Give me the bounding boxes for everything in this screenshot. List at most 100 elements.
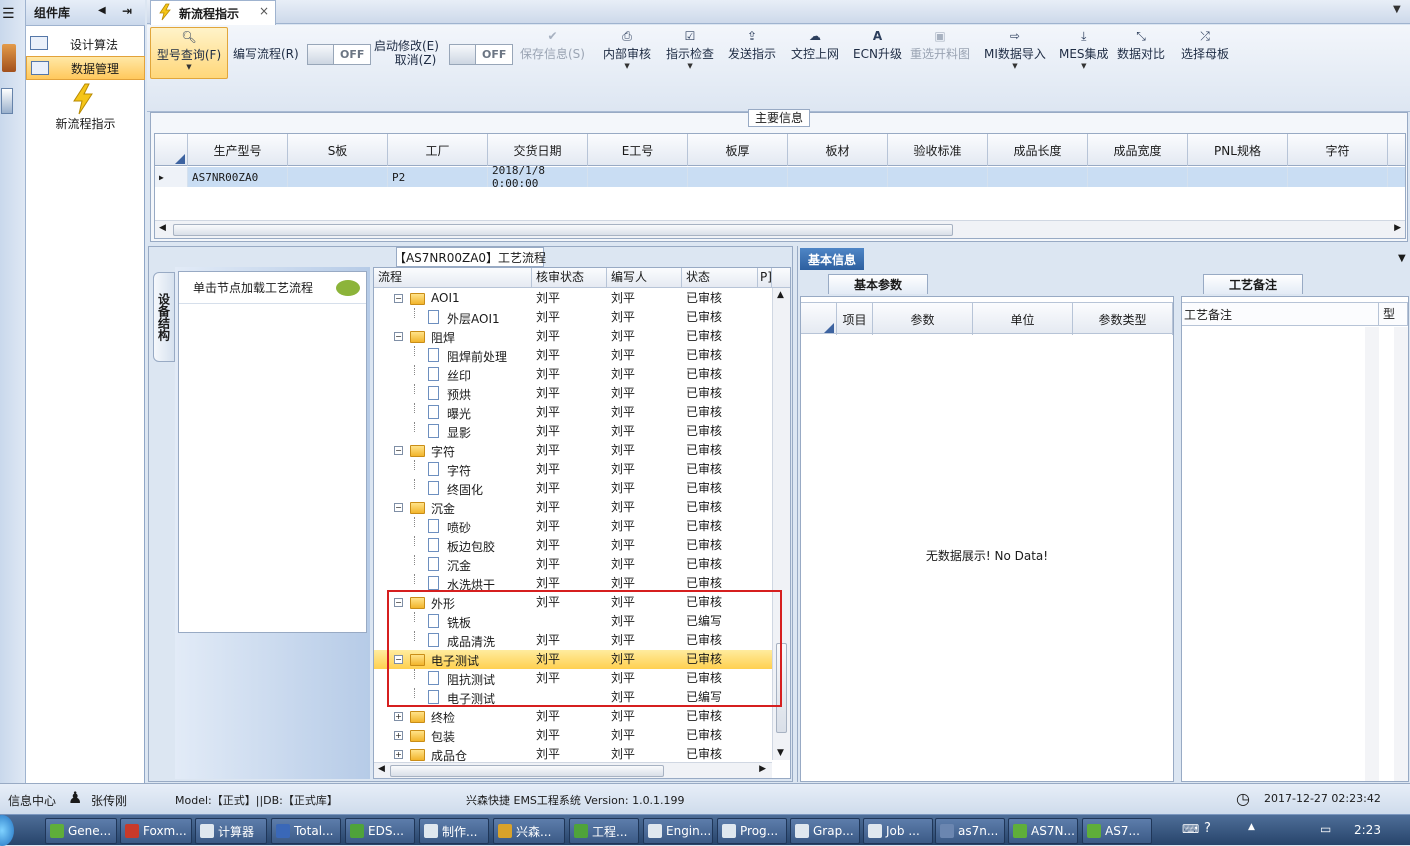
start-modify-toggle[interactable]: OFF bbox=[449, 44, 513, 65]
column-header[interactable]: 核审状态 bbox=[532, 268, 607, 288]
column-header[interactable]: 交货日期 bbox=[488, 134, 588, 166]
reselect-cutting-map-button[interactable]: ▣ 重选开料图 bbox=[910, 27, 970, 83]
taskbar-task[interactable]: 兴森... bbox=[493, 818, 565, 844]
column-header[interactable]: E工号 bbox=[588, 134, 688, 166]
scroll-left-icon[interactable]: ◀ bbox=[378, 764, 385, 774]
column-header[interactable]: 单位 bbox=[973, 303, 1073, 335]
tree-row[interactable]: 外层AOI1 刘平 刘平 已审核 bbox=[374, 308, 772, 327]
taskbar-task[interactable]: as7n... bbox=[935, 818, 1005, 844]
column-header[interactable]: 参数类型 bbox=[1073, 303, 1173, 335]
device-hint[interactable]: 单击节点加载工艺流程 bbox=[179, 272, 366, 304]
column-header[interactable]: 生产型号 bbox=[188, 134, 288, 166]
taskbar-task[interactable]: Total... bbox=[271, 818, 341, 844]
basic-info-title[interactable]: 基本信息 bbox=[800, 248, 864, 270]
menu-icon[interactable]: ☰ bbox=[2, 6, 15, 22]
tree-row[interactable]: 预烘 刘平 刘平 已审核 bbox=[374, 384, 772, 403]
instruction-check-button[interactable]: ☑ 指示检查 ▼ bbox=[666, 27, 714, 83]
sidebar-item-data-management[interactable]: 数据管理 bbox=[26, 56, 145, 80]
chevron-down-icon[interactable]: ▼ bbox=[1398, 253, 1406, 264]
mi-data-import-button[interactable]: ⇨ MI数据导入 ▼ bbox=[984, 27, 1046, 83]
vertical-scrollbar[interactable] bbox=[1394, 327, 1408, 781]
tree-row[interactable]: + 包装 刘平 刘平 已审核 bbox=[374, 726, 772, 745]
tree-row[interactable]: 显影 刘平 刘平 已审核 bbox=[374, 422, 772, 441]
tree-node[interactable]: 显影 bbox=[374, 422, 532, 441]
info-center-label[interactable]: 信息中心 bbox=[8, 792, 56, 809]
tree-row[interactable]: 阻焊前处理 刘平 刘平 已审核 bbox=[374, 346, 772, 365]
tree-row[interactable]: 喷砂 刘平 刘平 已审核 bbox=[374, 517, 772, 536]
table-cell[interactable] bbox=[1288, 167, 1388, 187]
tree-row[interactable]: 终固化 刘平 刘平 已审核 bbox=[374, 479, 772, 498]
column-header[interactable]: 字符 bbox=[1288, 134, 1388, 166]
expand-icon[interactable]: + bbox=[394, 712, 403, 721]
taskbar-task[interactable]: Gene... bbox=[45, 818, 117, 844]
taskbar-task[interactable]: Grap... bbox=[790, 818, 860, 844]
table-cell[interactable] bbox=[788, 167, 888, 187]
save-info-button[interactable]: ✔ 保存信息(S) bbox=[520, 27, 585, 83]
network-icon[interactable]: ▭ bbox=[1320, 822, 1331, 836]
table-cell[interactable]: AS7NR00ZA0 bbox=[188, 167, 288, 187]
tree-node[interactable]: 阻焊前处理 bbox=[374, 346, 532, 365]
pin-icon[interactable]: ⇥ bbox=[122, 4, 132, 18]
tab-basic-params[interactable]: 基本参数 bbox=[828, 274, 928, 294]
taskbar-task[interactable]: Prog... bbox=[717, 818, 787, 844]
data-compare-button[interactable]: ⤡ 数据对比 bbox=[1117, 27, 1165, 83]
chevron-down-icon[interactable]: ▼ bbox=[1393, 4, 1401, 15]
scroll-left-icon[interactable]: ◀ bbox=[159, 223, 166, 233]
table-cell[interactable] bbox=[988, 167, 1088, 187]
table-cell[interactable]: 2018/1/8 0:00:00 bbox=[488, 164, 588, 190]
table-cell[interactable]: P2 bbox=[388, 167, 488, 187]
keyboard-icon[interactable]: ⌨ bbox=[1182, 822, 1199, 836]
taskbar-task[interactable]: AS7N... bbox=[1008, 818, 1078, 844]
tree-node[interactable]: 外层AOI1 bbox=[374, 308, 532, 327]
close-icon[interactable]: × bbox=[259, 4, 269, 18]
tree-node[interactable]: 曝光 bbox=[374, 403, 532, 422]
tree-node[interactable]: + 终检 bbox=[374, 707, 532, 726]
document-icon[interactable] bbox=[1, 88, 13, 114]
table-cell[interactable] bbox=[1088, 167, 1188, 187]
collapse-icon[interactable]: − bbox=[394, 332, 403, 341]
sidebar-item-design-algorithm[interactable]: 设计算法 bbox=[26, 32, 145, 56]
table-cell[interactable] bbox=[588, 167, 688, 187]
scrollbar-thumb[interactable] bbox=[390, 765, 664, 777]
taskbar-task[interactable]: 制作... bbox=[419, 818, 489, 844]
table-cell[interactable] bbox=[288, 167, 388, 187]
internal-review-button[interactable]: ⎙ 内部审核 ▼ bbox=[603, 27, 651, 83]
column-header[interactable]: PNL规格 bbox=[1188, 134, 1288, 166]
column-header[interactable]: 工厂 bbox=[388, 134, 488, 166]
taskbar-task[interactable]: AS7... bbox=[1082, 818, 1152, 844]
tree-row[interactable]: 曝光 刘平 刘平 已审核 bbox=[374, 403, 772, 422]
collapse-icon[interactable]: − bbox=[394, 294, 403, 303]
tree-row[interactable]: 沉金 刘平 刘平 已审核 bbox=[374, 555, 772, 574]
tree-node[interactable]: 喷砂 bbox=[374, 517, 532, 536]
taskbar-task[interactable]: 工程... bbox=[569, 818, 639, 844]
lightning-icon[interactable] bbox=[70, 83, 96, 115]
column-header[interactable]: 编写人 bbox=[607, 268, 682, 288]
column-header[interactable]: 成品宽度 bbox=[1088, 134, 1188, 166]
scroll-down-icon[interactable]: ▼ bbox=[777, 748, 784, 758]
tree-node[interactable]: − 阻焊 bbox=[374, 327, 532, 346]
collapse-icon[interactable]: − bbox=[394, 503, 403, 512]
collapse-left-icon[interactable]: ◀ bbox=[98, 5, 106, 16]
column-header[interactable]: 验收标准 bbox=[888, 134, 988, 166]
column-header[interactable]: 状态 bbox=[682, 268, 758, 288]
expand-icon[interactable]: + bbox=[394, 750, 403, 759]
tree-node[interactable]: 沉金 bbox=[374, 555, 532, 574]
toolbox-icon[interactable] bbox=[2, 44, 16, 72]
scrollbar-thumb[interactable] bbox=[173, 224, 953, 236]
tree-node[interactable]: − 字符 bbox=[374, 441, 532, 460]
send-instruction-button[interactable]: ⇪ 发送指示 bbox=[728, 27, 776, 83]
tree-row[interactable]: + 终检 刘平 刘平 已审核 bbox=[374, 707, 772, 726]
sidebar-new-flow-label[interactable]: 新流程指示 bbox=[26, 115, 145, 132]
column-header[interactable]: 参数 bbox=[873, 303, 973, 335]
tree-row[interactable]: − 阻焊 刘平 刘平 已审核 bbox=[374, 327, 772, 346]
horizontal-scrollbar[interactable]: ◀ ▶ bbox=[155, 220, 1405, 238]
taskbar-task[interactable]: EDS... bbox=[345, 818, 415, 844]
tree-node[interactable]: − AOI1 bbox=[374, 289, 532, 308]
tree-row[interactable]: 板边包胶 刘平 刘平 已审核 bbox=[374, 536, 772, 555]
tree-row[interactable]: − 字符 刘平 刘平 已审核 bbox=[374, 441, 772, 460]
taskbar-clock[interactable]: 2:23 bbox=[1354, 823, 1381, 837]
column-header[interactable]: 板厚 bbox=[688, 134, 788, 166]
table-cell[interactable] bbox=[888, 167, 988, 187]
start-button[interactable] bbox=[0, 815, 14, 846]
column-header[interactable]: S板 bbox=[288, 134, 388, 166]
